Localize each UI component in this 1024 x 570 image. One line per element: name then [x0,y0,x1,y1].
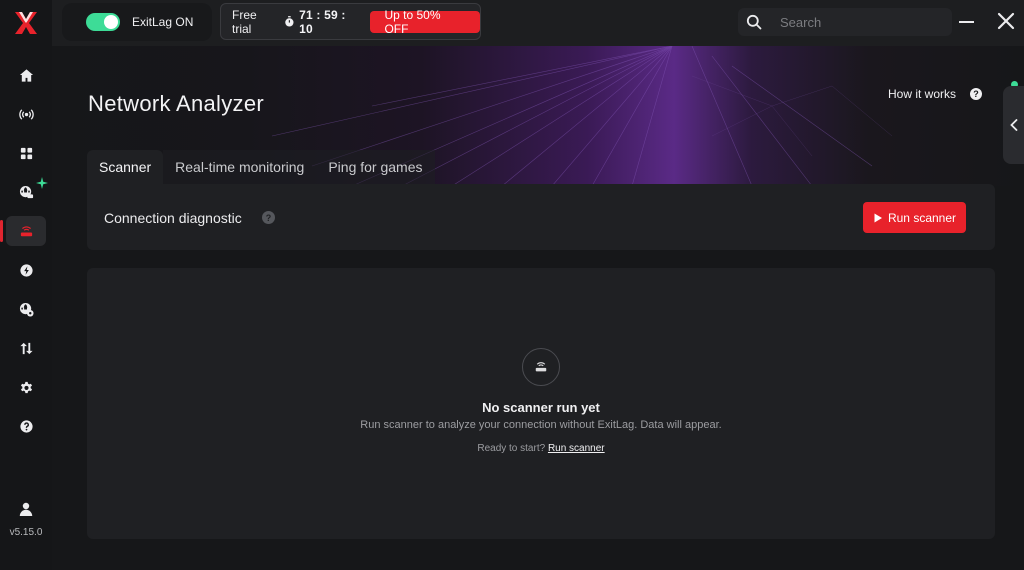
tab-real-time-monitoring[interactable]: Real-time monitoring [163,150,317,184]
help-icon [19,419,33,433]
transfer-arrows-icon [19,342,33,354]
sidebar-item-settings[interactable] [6,372,46,402]
empty-state-description: Run scanner to analyze your connection w… [360,419,722,431]
sidebar: v5.15.0 [0,0,52,570]
tab-scanner[interactable]: Scanner [87,150,164,184]
globe-settings-icon [19,302,34,317]
free-trial-banner: Free trial 71 : 59 : 10 Up to 50% OFF [220,3,481,40]
broadcast-icon [18,108,34,120]
tab-bar: Scanner Real-time monitoring Ping for ga… [87,150,435,184]
exitlag-toggle-container: ExitLag ON [62,3,212,41]
empty-state-card: No scanner run yet Run scanner to analyz… [87,268,995,539]
empty-state-cta: Ready to start? Run scanner [87,443,995,454]
diagnostic-label: Connection diagnostic [104,210,242,226]
empty-state-title: No scanner run yet [482,400,600,415]
toggle-label: ExitLag ON [132,15,194,29]
side-panel-toggle[interactable] [1003,86,1024,164]
close-button[interactable] [997,12,1015,30]
tab-ping-for-games[interactable]: Ping for games [316,150,435,184]
how-it-works-link[interactable]: How it works ? [888,87,983,101]
sidebar-item-transfer[interactable] [6,333,46,363]
search-box [738,8,952,36]
page-title: Network Analyzer [88,91,264,116]
sidebar-item-broadcast[interactable] [6,99,46,129]
sidebar-item-network-settings[interactable] [6,294,46,324]
router-icon [535,362,547,372]
play-icon [874,213,882,222]
lightning-icon [19,263,33,277]
sidebar-item-network-analyzer[interactable] [0,216,46,246]
cta-prefix: Ready to start? [477,443,546,454]
top-bar: ExitLag ON Free trial 71 : 59 : 10 Up to… [62,0,1024,46]
minimize-button[interactable] [958,12,976,30]
sidebar-nav [0,60,48,450]
sidebar-item-routes[interactable] [6,177,48,207]
how-it-works-label: How it works [888,87,957,101]
sidebar-bottom: v5.15.0 [0,501,52,570]
home-icon [19,68,33,82]
run-scanner-button[interactable]: Run scanner [863,202,966,233]
gear-icon [20,381,32,393]
offer-button[interactable]: Up to 50% OFF [370,8,481,36]
sidebar-item-help[interactable] [6,411,46,441]
main-content: Network Analyzer How it works ? Scanner … [52,46,1024,570]
help-circle-icon: ? [970,88,983,100]
run-scanner-link[interactable]: Run scanner [548,443,605,454]
sidebar-item-home[interactable] [6,60,46,90]
grid-icon [20,147,32,159]
sidebar-item-boost[interactable] [6,255,46,285]
globe-route-icon [19,185,33,198]
stopwatch-icon [285,16,294,27]
toggle-knob [104,15,118,29]
diagnostic-help-icon[interactable]: ? [262,211,275,224]
app-window: v5.15.0 ExitLag ON Free trial 71 : 59 : … [0,0,1024,570]
sparkle-icon [36,177,48,189]
empty-state-icon-wrap [522,348,560,386]
app-version: v5.15.0 [9,527,43,538]
user-icon[interactable] [18,501,34,517]
exitlag-logo-icon[interactable] [13,10,39,36]
chevron-left-icon [1009,119,1017,131]
search-input[interactable] [780,14,930,30]
trial-label: Free trial [232,7,257,36]
trial-timer: 71 : 59 : 10 [299,7,346,36]
connection-diagnostic-card: Connection diagnostic ? Run scanner [87,184,995,250]
router-icon [20,225,32,236]
search-icon [746,14,762,30]
exitlag-toggle[interactable] [86,13,120,31]
sidebar-item-dashboard[interactable] [6,138,46,168]
run-scanner-label: Run scanner [887,210,957,225]
